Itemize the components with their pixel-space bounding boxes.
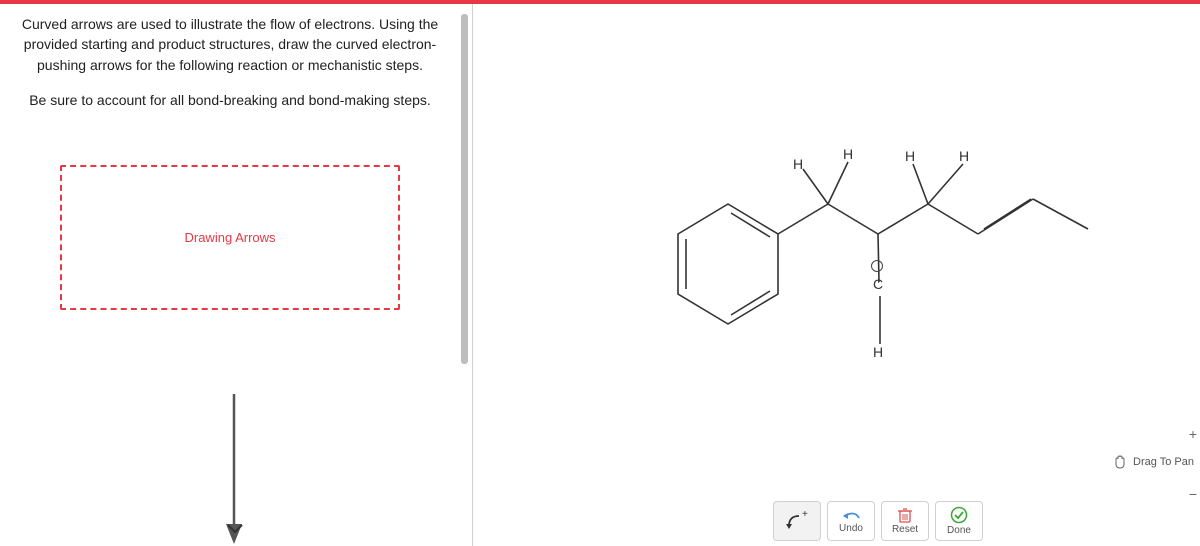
instructions-panel: Curved arrows are used to illustrate the…	[0, 4, 470, 546]
atom-label-c: C	[873, 276, 883, 292]
undo-label: Undo	[839, 523, 863, 534]
zoom-in-button[interactable]: +	[1189, 426, 1197, 442]
instructions-text: Curved arrows are used to illustrate the…	[10, 14, 450, 110]
drawing-box-label: Drawing Arrows	[184, 230, 275, 245]
check-circle-icon	[950, 506, 968, 524]
done-button[interactable]: Done	[935, 501, 983, 541]
scrollbar[interactable]	[461, 14, 468, 364]
molecule-canvas[interactable]: H H H H C H	[473, 4, 1200, 546]
curved-arrow-tool-button[interactable]: +	[773, 501, 821, 541]
atom-label-h: H	[793, 156, 803, 172]
undo-button[interactable]: Undo	[827, 501, 875, 541]
hand-icon	[1112, 454, 1128, 470]
instruction-paragraph-1: Curved arrows are used to illustrate the…	[16, 14, 444, 75]
svg-text:+: +	[802, 510, 808, 520]
reset-label: Reset	[892, 524, 918, 535]
drag-to-pan-control[interactable]: Drag To Pan	[1112, 454, 1194, 470]
drawing-arrows-box[interactable]: Drawing Arrows	[60, 165, 400, 310]
zoom-controls: + −	[1186, 424, 1200, 504]
undo-icon	[841, 508, 861, 522]
atom-label-h: H	[873, 344, 883, 360]
chevron-down-icon[interactable]	[225, 521, 245, 540]
atom-label-h: H	[905, 148, 915, 164]
instruction-paragraph-2: Be sure to account for all bond-breaking…	[16, 90, 444, 110]
trash-icon	[898, 507, 912, 523]
atom-label-h: H	[959, 148, 969, 164]
drawing-toolbar: + Undo Reset	[773, 501, 983, 541]
done-label: Done	[947, 525, 971, 536]
drawing-canvas-panel: H H H H C H + Undo	[472, 4, 1200, 546]
atom-label-h: H	[843, 146, 853, 162]
drag-to-pan-label: Drag To Pan	[1133, 456, 1194, 468]
zoom-out-button[interactable]: −	[1189, 486, 1197, 502]
curved-arrow-icon: +	[785, 510, 809, 532]
reset-button[interactable]: Reset	[881, 501, 929, 541]
charge-plus-icon	[871, 260, 883, 272]
